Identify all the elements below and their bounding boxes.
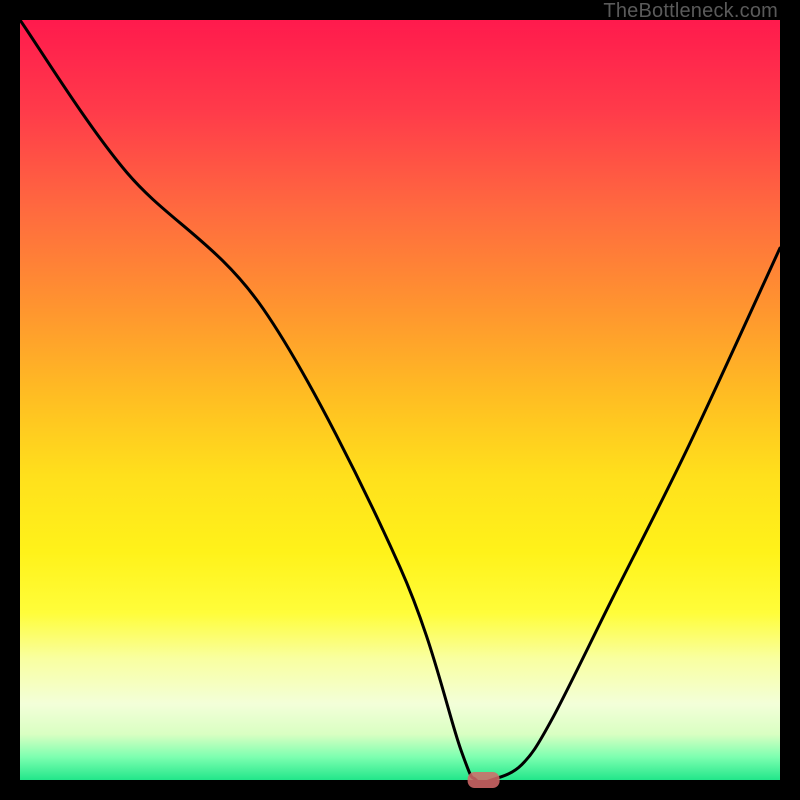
bottleneck-curve xyxy=(20,20,780,783)
plot-area xyxy=(20,20,780,780)
watermark-text: TheBottleneck.com xyxy=(603,0,778,23)
plot-svg xyxy=(20,20,780,780)
chart-frame: TheBottleneck.com xyxy=(0,0,800,800)
optimal-marker xyxy=(469,773,499,787)
